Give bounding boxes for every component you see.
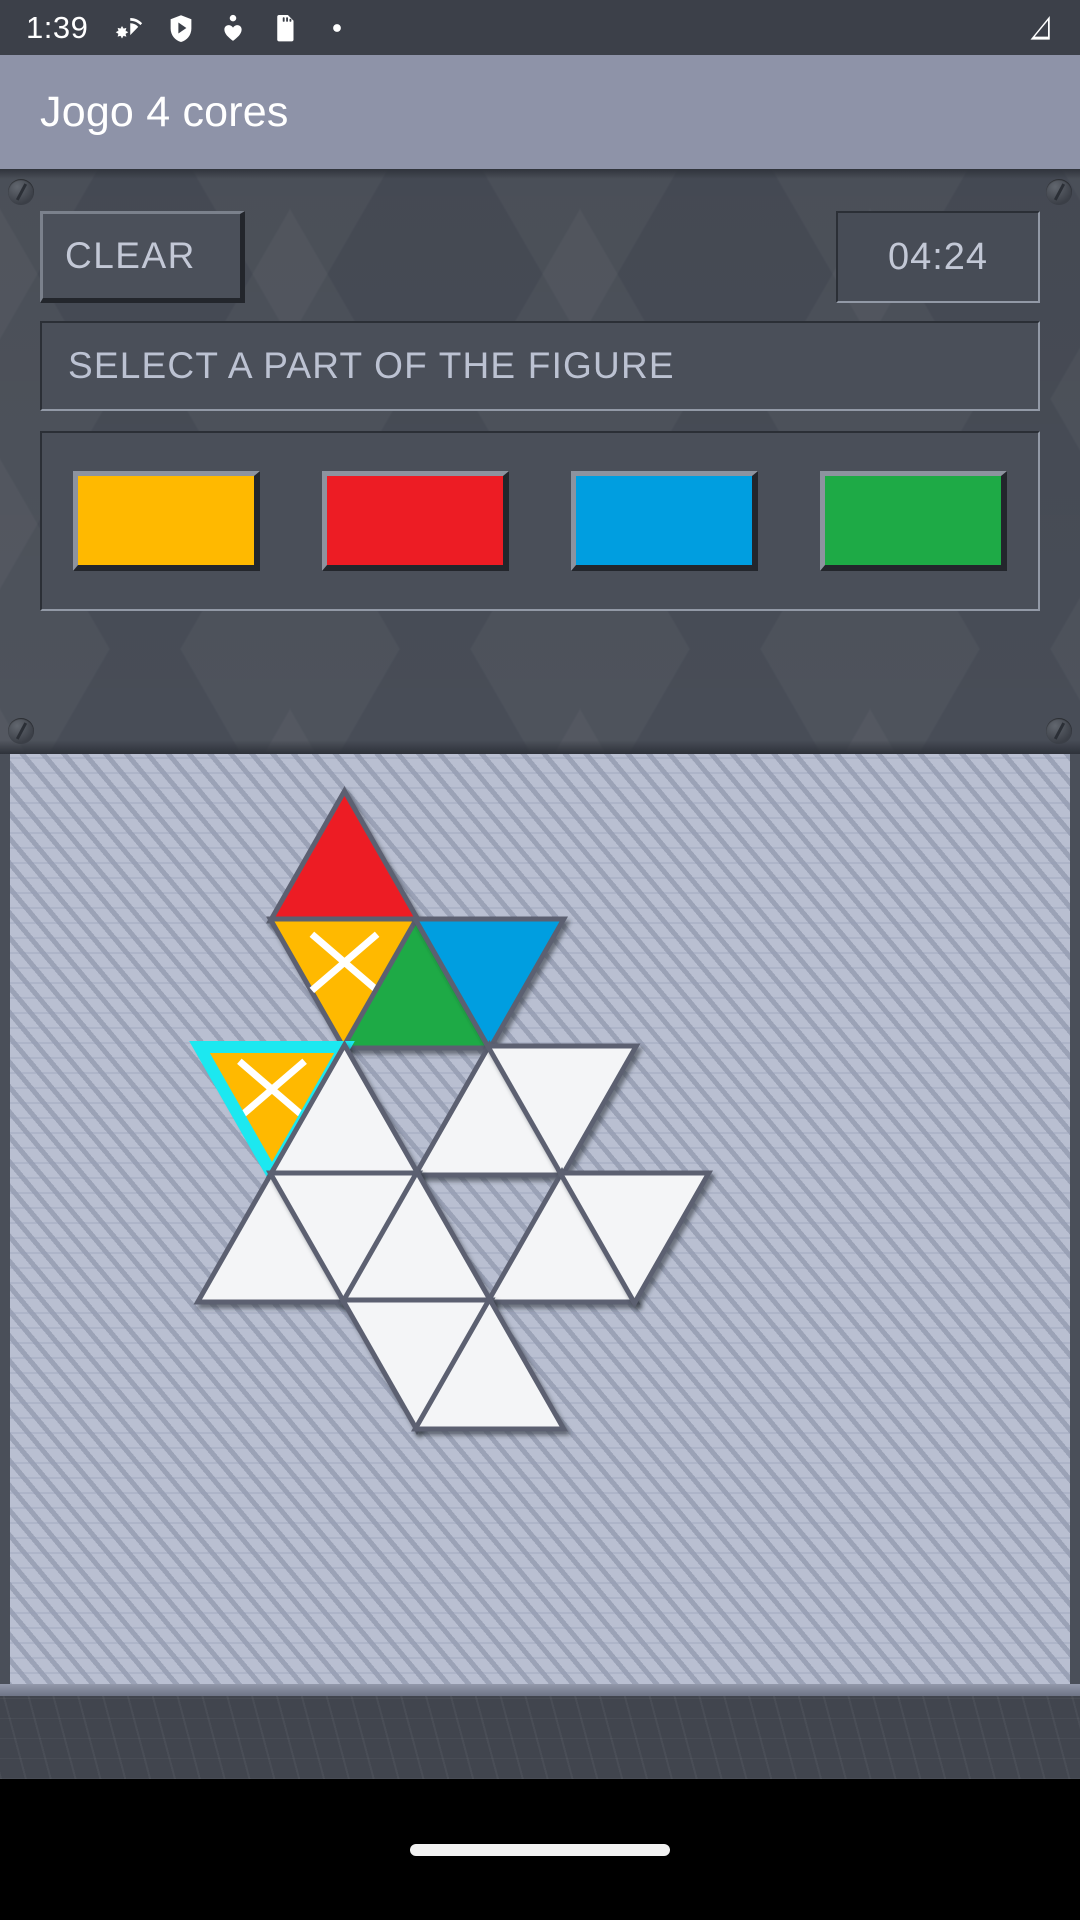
panel-top-shadow [0, 169, 1080, 179]
status-time: 1:39 [26, 9, 89, 45]
control-panel: CLEAR 04:24 SELECT A PART OF THE FIGURE [0, 169, 1080, 754]
timer-display: 04:24 [836, 211, 1040, 303]
status-bar: 1:39 [0, 0, 1080, 55]
dot-icon [333, 23, 342, 32]
color-swatch-blue[interactable] [571, 471, 758, 571]
screw-icon [8, 718, 34, 744]
play-shield-icon [170, 14, 192, 42]
signal-triangle-icon [1030, 15, 1050, 40]
color-palette-tray [40, 431, 1040, 611]
color-swatch-green[interactable] [820, 471, 1007, 571]
screw-icon [8, 179, 34, 205]
triangle-cell[interactable] [265, 785, 424, 924]
color-swatch-red[interactable] [322, 471, 509, 571]
settings-wifi-icon [116, 17, 143, 38]
lower-deck [0, 1696, 1080, 1779]
panel-bottom-shadow [0, 740, 1080, 754]
triangle-grid[interactable] [10, 754, 1070, 1689]
board-lip [0, 1684, 1080, 1696]
status-icon-group [114, 13, 352, 43]
board-region [0, 754, 1080, 1779]
clear-button-label: CLEAR [65, 235, 196, 276]
page-title: Jogo 4 cores [40, 87, 289, 136]
triangle-cell-face [274, 796, 415, 919]
screw-icon [1046, 179, 1072, 205]
message-bar: SELECT A PART OF THE FIGURE [40, 321, 1040, 411]
sd-card-icon [277, 14, 294, 41]
system-nav-bar [0, 1779, 1080, 1920]
timer-value: 04:24 [887, 235, 989, 278]
app-bar: Jogo 4 cores [0, 55, 1080, 169]
clear-button[interactable]: CLEAR [40, 211, 245, 303]
screw-icon [1046, 718, 1072, 744]
home-indicator[interactable] [410, 1843, 670, 1856]
heart-pin-icon [224, 14, 242, 41]
puzzle-board[interactable] [10, 754, 1070, 1689]
app-root: 1:39 Jogo 4 cores CLEAR 04:24 SELECT A P… [0, 0, 1080, 1920]
color-swatch-yellow[interactable] [73, 471, 260, 571]
status-right-group [1024, 13, 1054, 43]
message-text: SELECT A PART OF THE FIGURE [68, 345, 675, 386]
